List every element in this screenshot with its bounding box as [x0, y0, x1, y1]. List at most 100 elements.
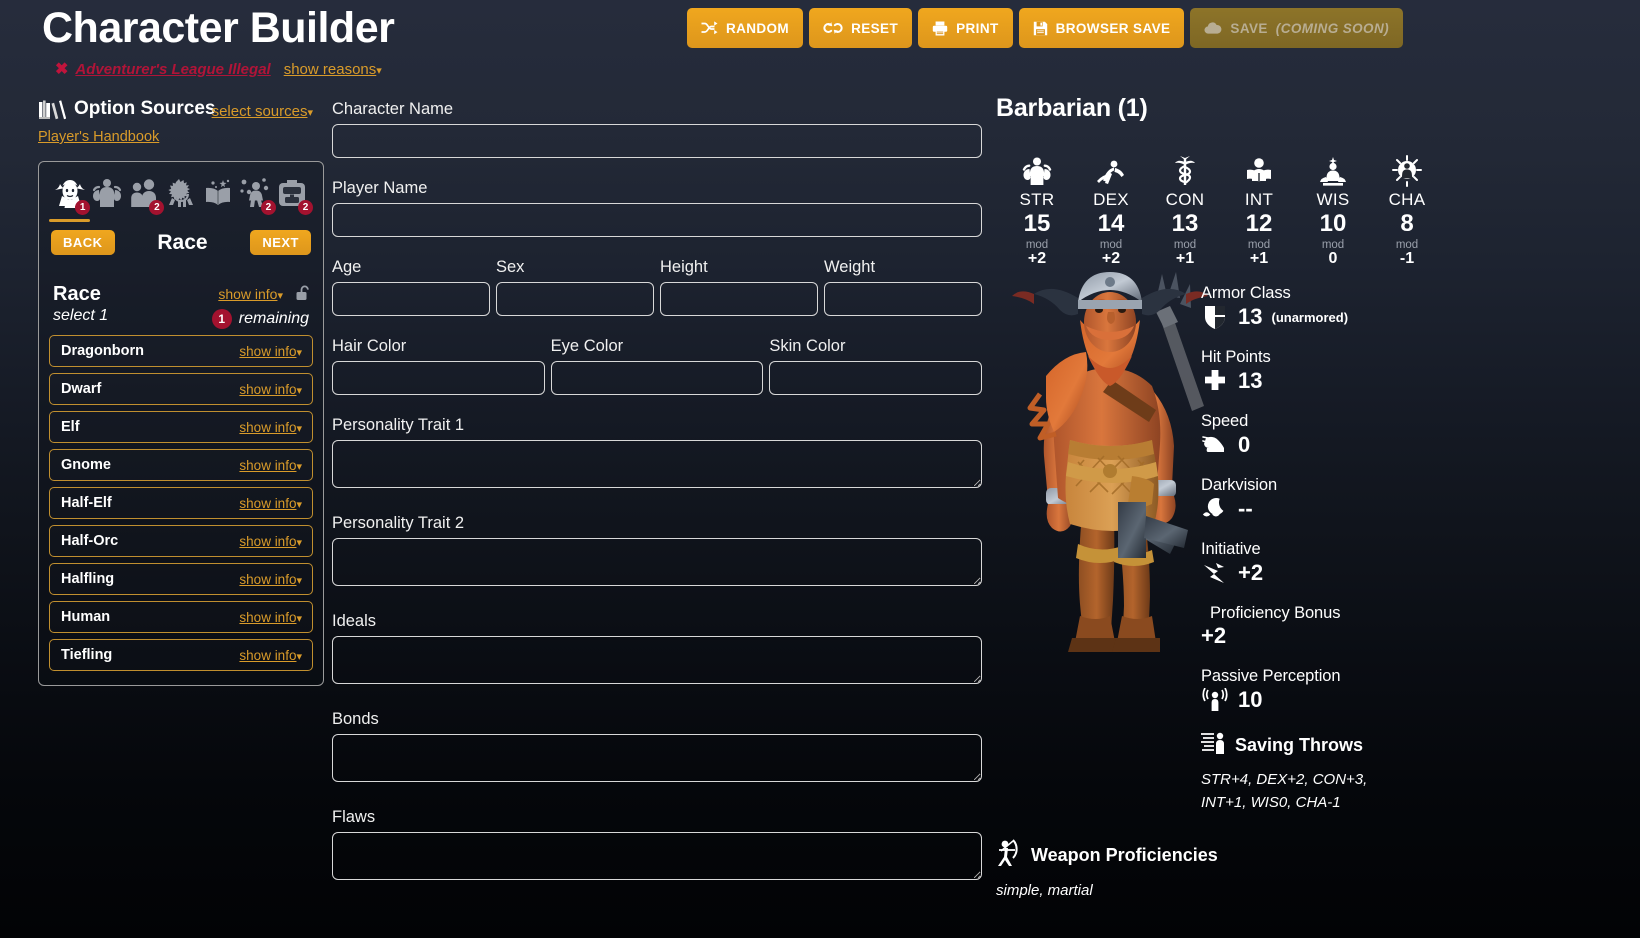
race-option-show-info[interactable]: show info▾ — [239, 420, 302, 435]
legality-row: ✖ Adventurer's League Illegal show reaso… — [55, 59, 382, 79]
ability-con: CON 13 mod +1 — [1148, 153, 1222, 268]
chevron-down-icon: ▾ — [296, 346, 302, 359]
character-name-field: Character Name — [332, 100, 982, 158]
player-name-input[interactable] — [332, 203, 982, 237]
chevron-down-icon: ▾ — [307, 107, 313, 119]
next-button[interactable]: NEXT — [250, 230, 311, 255]
archer-icon — [996, 839, 1022, 872]
sidebar-item-feats[interactable]: 2 — [237, 174, 276, 215]
legality-status[interactable]: Adventurer's League Illegal — [75, 61, 270, 78]
undo-icon — [823, 21, 843, 35]
chevron-down-icon: ▾ — [296, 650, 302, 663]
race-option-show-info[interactable]: show info▾ — [239, 572, 302, 587]
sidebar-item-race[interactable]: 1 — [48, 174, 91, 222]
darkvision-value: -- — [1238, 496, 1253, 521]
ability-mod: -1 — [1399, 250, 1415, 267]
ability-wis: WIS 10 mod 0 — [1296, 153, 1370, 268]
race-option-show-info[interactable]: show info▾ — [239, 344, 302, 359]
reset-button[interactable]: RESET — [809, 8, 913, 48]
ability-name: STR — [1019, 190, 1055, 209]
armor-class-note: (unarmored) — [1271, 309, 1349, 325]
race-option-label: Tiefling — [61, 647, 113, 663]
eye-color-input[interactable] — [550, 361, 764, 395]
weapon-proficiencies-title: Weapon Proficiencies — [1031, 845, 1218, 865]
saving-throws-title: Saving Throws — [1235, 735, 1364, 755]
random-label: RANDOM — [725, 20, 790, 36]
night-eyes-icon — [1201, 497, 1229, 521]
chevron-down-icon: ▾ — [296, 460, 302, 473]
trait1-input[interactable] — [332, 440, 982, 488]
ability-scores: STR 15 mod +2 DEX 14 mod +2 CON 13 mod +1 INT 12 mod +1… — [1000, 153, 1636, 268]
floppy-disk-icon — [1033, 21, 1048, 36]
open-lock-icon[interactable] — [296, 285, 309, 306]
sex-label: Sex — [496, 258, 525, 276]
race-option-dwarf[interactable]: Dwarf show info▾ — [49, 373, 313, 405]
reset-label: RESET — [851, 20, 899, 36]
character-class-level: Barbarian (1) — [996, 94, 1148, 122]
ability-mod: 0 — [1328, 250, 1338, 267]
print-button[interactable]: PRINT — [918, 8, 1013, 48]
page-title: Character Builder — [42, 4, 395, 52]
random-button[interactable]: RANDOM — [686, 8, 804, 48]
age-input[interactable] — [332, 282, 490, 316]
sidebar-item-spells[interactable] — [200, 174, 237, 212]
height-input[interactable] — [660, 282, 818, 316]
initiative-value: +2 — [1238, 560, 1264, 585]
trait2-input[interactable] — [332, 538, 982, 586]
printer-icon — [932, 21, 948, 36]
bonds-input[interactable] — [332, 734, 982, 782]
chevron-down-icon: ▾ — [296, 498, 302, 511]
character-name-input[interactable] — [332, 124, 982, 158]
chevron-down-icon: ▾ — [376, 64, 382, 77]
sidebar-item-background[interactable]: 2 — [125, 174, 165, 215]
skin-color-input[interactable] — [769, 361, 983, 395]
race-option-half-orc[interactable]: Half-Orc show info▾ — [49, 525, 313, 557]
passive-perception-label: Passive Perception — [1201, 667, 1341, 685]
race-option-label: Halfling — [61, 571, 115, 587]
chevron-down-icon: ▾ — [296, 612, 302, 625]
sidebar-item-class[interactable] — [162, 174, 199, 212]
race-option-tiefling[interactable]: Tiefling show info▾ — [49, 639, 313, 671]
character-form: Character Name Player Name Age Sex Heigh… — [332, 100, 983, 906]
race-option-human[interactable]: Human show info▾ — [49, 601, 313, 633]
caduceus-icon — [1148, 153, 1222, 187]
race-option-gnome[interactable]: Gnome show info▾ — [49, 449, 313, 481]
race-option-show-info[interactable]: show info▾ — [239, 382, 302, 397]
sidebar-item-equipment[interactable]: 2 — [274, 174, 313, 215]
race-option-show-info[interactable]: show info▾ — [239, 648, 302, 663]
weight-label: Weight — [824, 258, 876, 276]
toolbar: RANDOM RESET PRINT BROWSER SAVE SAVE (CO… — [686, 8, 1403, 48]
shuffle-icon — [701, 21, 718, 35]
builder-panel: 1 2 2 2 BACK Race NEXT Race select 1 sho… — [38, 161, 324, 686]
race-option-show-info[interactable]: show info▾ — [239, 458, 302, 473]
ideals-input[interactable] — [332, 636, 982, 684]
print-label: PRINT — [956, 20, 999, 36]
sun-person-icon — [1370, 153, 1444, 187]
trait1-label: Personality Trait 1 — [332, 416, 465, 434]
race-option-elf[interactable]: Elf show info▾ — [49, 411, 313, 443]
cloud-upload-icon — [1204, 21, 1222, 35]
height-field: Height — [660, 258, 818, 316]
race-option-half-elf[interactable]: Half-Elf show info▾ — [49, 487, 313, 519]
weapon-proficiencies: Weapon Proficiencies simple, martial — [996, 839, 1396, 899]
race-option-show-info[interactable]: show info▾ — [239, 610, 302, 625]
flaws-input[interactable] — [332, 832, 982, 880]
browser-save-button[interactable]: BROWSER SAVE — [1018, 8, 1185, 48]
bonds-label: Bonds — [332, 710, 379, 728]
race-show-info-link[interactable]: show info▾ — [218, 286, 283, 302]
sidebar-item-abilities[interactable] — [88, 174, 125, 212]
race-option-halfling[interactable]: Halfling show info▾ — [49, 563, 313, 595]
weight-input[interactable] — [824, 282, 982, 316]
weight-field: Weight — [824, 258, 982, 316]
show-reasons-link[interactable]: show reasons▾ — [284, 61, 382, 78]
back-button[interactable]: BACK — [51, 230, 115, 255]
source-name-link[interactable]: Player's Handbook — [38, 129, 324, 145]
race-option-show-info[interactable]: show info▾ — [239, 534, 302, 549]
hair-color-input[interactable] — [332, 361, 545, 395]
race-option-show-info[interactable]: show info▾ — [239, 496, 302, 511]
sex-input[interactable] — [496, 282, 654, 316]
armor-class-value: 13 — [1238, 304, 1263, 329]
x-mark-icon: ✖ — [55, 61, 69, 78]
race-option-dragonborn[interactable]: Dragonborn show info▾ — [49, 335, 313, 367]
select-sources-link[interactable]: select sources▾ — [212, 103, 313, 120]
